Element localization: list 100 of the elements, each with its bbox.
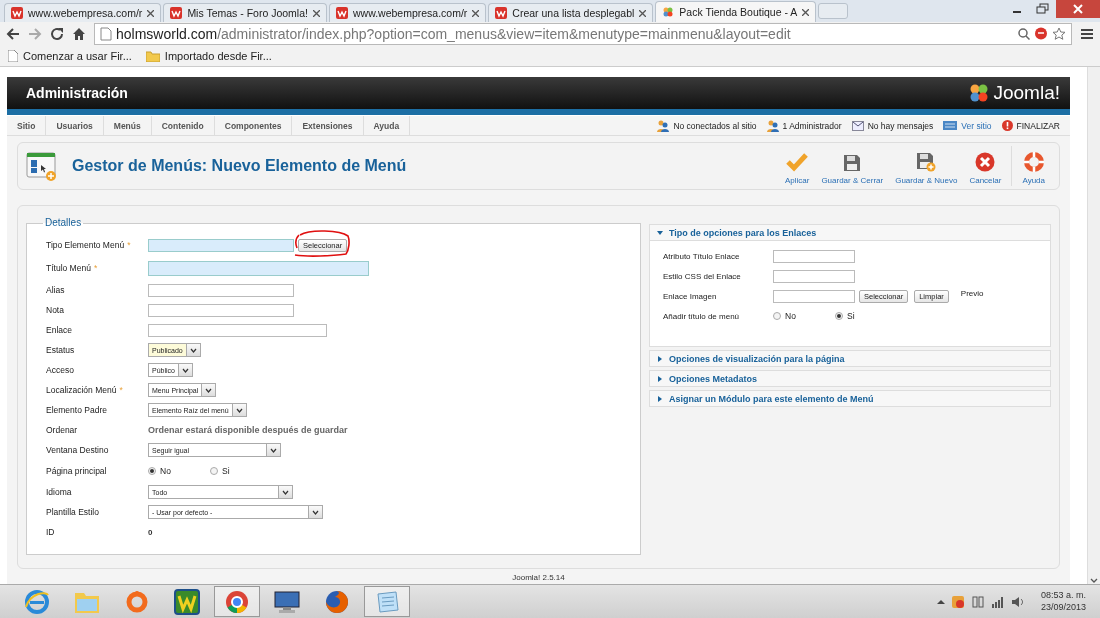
input-field[interactable] — [148, 238, 294, 252]
accordion-header[interactable]: Asignar un Módulo para este elemento de Menú — [650, 391, 1050, 406]
radio-button[interactable] — [773, 312, 781, 320]
id-value: 0 — [148, 527, 153, 537]
status-text: No hay mensajes — [867, 120, 934, 131]
caret-right-icon — [657, 395, 663, 402]
menu-item[interactable]: Extensiones — [292, 116, 364, 135]
taskbar-app[interactable] — [214, 586, 260, 617]
field-label: Idioma — [46, 487, 72, 497]
field-label: Título Menú — [46, 263, 91, 273]
required-mark: * — [93, 263, 98, 273]
browser-tab[interactable]: Mis Temas - Foro Joomla! — [163, 3, 327, 22]
save-new-button[interactable]: Guardar & Nuevo — [889, 147, 964, 185]
search-icon[interactable] — [1018, 28, 1030, 40]
radio-option[interactable]: Si — [210, 466, 272, 476]
browser-tab[interactable]: www.webempresa.com/r — [328, 3, 487, 22]
save-button[interactable]: Guardar & Cerrar — [815, 147, 890, 185]
close-icon[interactable] — [312, 9, 320, 17]
field-label: Añadir título de menú — [663, 311, 741, 321]
tab-title: Crear una lista desplegabl — [512, 7, 635, 19]
chevron-down-icon — [312, 509, 319, 515]
field-label: Tipo Elemento Menú — [46, 240, 125, 250]
menu-item[interactable]: Componentes — [214, 116, 293, 135]
close-icon[interactable] — [1056, 0, 1100, 18]
input-field[interactable] — [148, 323, 327, 337]
menu-item[interactable]: Ayuda — [363, 116, 411, 135]
clock[interactable]: 08:53 a. m. 23/09/2013 — [1040, 590, 1086, 613]
page-icon — [8, 50, 18, 62]
floppy-disk-plus-icon — [916, 152, 937, 172]
logout-link[interactable]: FINALIZAR — [1016, 120, 1060, 131]
field-label: Elemento Padre — [46, 405, 107, 415]
input-field[interactable] — [773, 289, 855, 303]
speaker-icon[interactable] — [1010, 595, 1025, 608]
radio-option[interactable]: Si — [835, 311, 897, 321]
back-icon[interactable] — [6, 27, 20, 41]
radio-label: Si — [222, 466, 230, 476]
field-label: ID — [46, 527, 55, 537]
menu-item[interactable]: Usuarios — [46, 116, 104, 135]
site-icon — [170, 7, 183, 19]
input-field[interactable] — [773, 249, 855, 263]
tray-up-icon[interactable] — [936, 598, 945, 605]
menu-item[interactable]: Menús — [103, 116, 152, 135]
input-field[interactable] — [773, 269, 855, 283]
radio-button[interactable] — [835, 312, 843, 320]
reload-icon[interactable] — [50, 27, 64, 41]
ring-icon — [125, 589, 149, 614]
browser-tab[interactable]: Pack Tienda Boutique - A — [655, 1, 817, 22]
chrome-icon — [224, 588, 250, 615]
field-label: Plantilla Estilo — [46, 507, 99, 517]
browser-tab[interactable]: Crear una lista desplegabl — [488, 3, 654, 22]
bookmark[interactable]: Importado desde Fir... — [145, 50, 272, 62]
radio-button[interactable] — [210, 467, 218, 475]
chevron-down-icon — [270, 447, 277, 453]
browser-tab[interactable]: www.webempresa.com/r — [4, 3, 162, 22]
scrollbar[interactable] — [1087, 67, 1100, 584]
accordion-header[interactable]: Opciones de visualización para la página — [650, 351, 1050, 366]
network-icon[interactable] — [970, 594, 985, 609]
chevron-down-icon — [205, 387, 213, 393]
cancel-button[interactable]: Cancelar — [963, 147, 1008, 185]
radio-option[interactable]: No — [773, 311, 835, 321]
address-bar[interactable]: holmsworld.com/administrator/index.php?option=com_menus&view=item&menutype=mainmenu&layout=edit — [94, 23, 1072, 45]
input-field[interactable] — [148, 303, 294, 317]
firefox-icon — [324, 588, 350, 615]
home-icon[interactable] — [72, 27, 86, 41]
checkmark-icon — [786, 152, 809, 172]
status-text: No conectados al sitio — [673, 120, 757, 131]
chat-bubble-icon[interactable] — [1034, 27, 1048, 41]
accordion-header[interactable]: Opciones Metadatos — [650, 371, 1050, 386]
accordion-header[interactable]: Tipo de opciones para los Enlaces — [650, 225, 1050, 240]
menu-item[interactable]: Sitio — [7, 116, 47, 135]
scroll-down-icon[interactable] — [1090, 578, 1098, 584]
radio-option[interactable]: No — [148, 466, 210, 476]
input-field[interactable] — [148, 260, 369, 276]
menu-item[interactable]: Contenido — [151, 116, 215, 135]
shield-icon[interactable] — [950, 594, 965, 609]
field-label: Ordenar — [46, 425, 78, 435]
close-icon[interactable] — [639, 9, 647, 17]
info-text: Ordenar estará disponible después de guardar — [148, 425, 348, 435]
input-field[interactable] — [148, 283, 294, 297]
close-icon[interactable] — [802, 8, 810, 16]
star-icon[interactable] — [1052, 27, 1066, 41]
chevron-down-icon — [282, 489, 289, 495]
status-text: 1 Administrador — [782, 120, 842, 131]
menu-icon[interactable] — [1080, 27, 1094, 41]
help-button[interactable]: Ayuda — [1016, 147, 1051, 185]
caret-right-icon — [657, 355, 663, 362]
bookmark[interactable]: Comenzar a usar Fir... — [8, 50, 132, 62]
envelope-icon — [851, 120, 864, 131]
close-icon[interactable] — [472, 9, 480, 17]
site-icon — [495, 7, 508, 19]
field-label: Estatus — [46, 345, 75, 355]
signal-icon[interactable] — [990, 595, 1005, 608]
apply-button[interactable]: Aplicar — [778, 147, 816, 185]
field-label: Atributo Título Enlace — [663, 251, 741, 261]
field-label: Ventana Destino — [46, 445, 109, 455]
clock-date: 23/09/2013 — [1040, 601, 1086, 613]
close-icon[interactable] — [147, 9, 155, 17]
radio-button[interactable] — [148, 467, 156, 475]
view-site-link[interactable]: Ver sitio — [961, 120, 992, 131]
required-mark: * — [119, 385, 123, 395]
